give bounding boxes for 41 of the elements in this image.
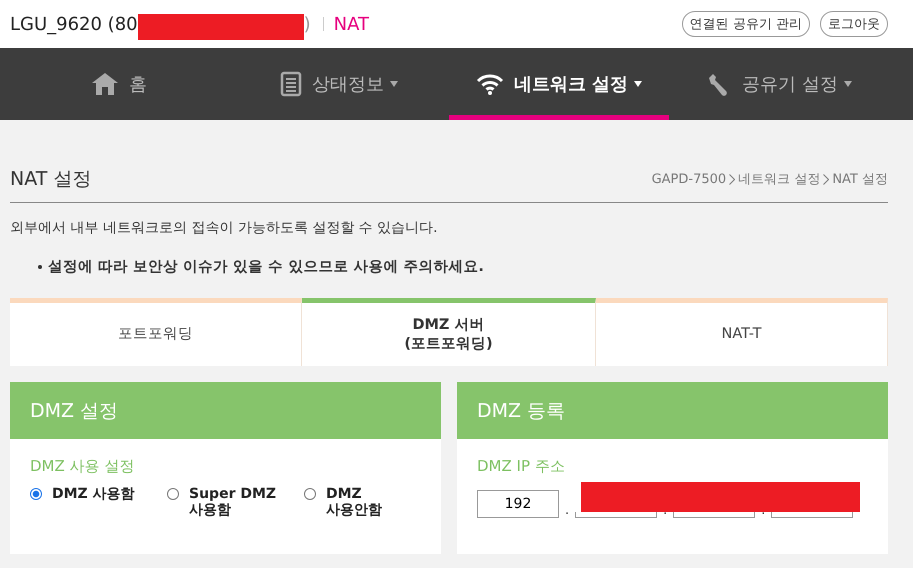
radio-label[interactable]: DMZ 사용함 <box>52 486 135 502</box>
breadcrumb-item: NAT 설정 <box>832 171 888 188</box>
document-icon <box>280 71 302 97</box>
wifi-icon <box>476 73 504 95</box>
separator-dot: . <box>663 503 668 518</box>
header-button[interactable]: 로그아웃 <box>820 11 888 37</box>
panel-title: DMZ 등록 <box>457 382 888 439</box>
field-label: DMZ IP 주소 <box>477 457 566 476</box>
tab[interactable]: NAT-T <box>596 298 888 366</box>
separator-dot: . <box>565 503 570 518</box>
nav-tab[interactable]: 공유기 설정 <box>669 48 889 120</box>
home-icon <box>91 72 119 96</box>
radio-label[interactable]: Super DMZ 사용함 <box>189 486 276 518</box>
tab[interactable]: 포트포워딩 <box>10 298 302 366</box>
tab[interactable]: DMZ 서버 (포트포워딩) <box>302 298 596 366</box>
breadcrumb-item[interactable]: GAPD-7500 <box>652 172 726 186</box>
input-field[interactable] <box>771 512 854 518</box>
chevron-icon <box>823 174 830 184</box>
radio-button[interactable] <box>304 488 316 500</box>
warning-note: 설정에 따라 보안상 이슈가 있을 수 있으므로 사용에 주의하세요. <box>48 258 484 276</box>
device-name: LGU_9620 (80 <box>10 14 138 34</box>
nav-tab[interactable]: 상태정보 <box>229 48 449 120</box>
chevron-icon <box>729 174 736 184</box>
input-field[interactable]: 192 <box>477 490 559 518</box>
header-button[interactable]: 연결된 공유기 관리 <box>682 11 810 37</box>
description-text: 외부에서 내부 네트워크로의 접속이 가능하도록 설정할 수 있습니다. <box>10 219 439 237</box>
input-field[interactable] <box>673 512 756 518</box>
breadcrumb-item[interactable]: 네트워크 설정 <box>738 170 820 188</box>
page-tag: NAT <box>334 14 370 34</box>
separator-dot: . <box>761 503 766 518</box>
radio-button[interactable] <box>30 488 42 500</box>
page-title: NAT 설정 <box>10 167 92 192</box>
radio-button[interactable] <box>167 488 179 500</box>
bullet-icon <box>38 264 42 268</box>
field-label: DMZ 사용 설정 <box>30 457 136 476</box>
radio-label[interactable]: DMZ 사용안함 <box>326 486 382 518</box>
input-field[interactable] <box>575 512 658 518</box>
panel-title: DMZ 설정 <box>10 382 441 439</box>
nav-tab[interactable]: 홈 <box>9 48 229 120</box>
nav-tab[interactable]: 네트워크 설정 <box>449 48 669 120</box>
device-name-end: ) <box>304 14 311 34</box>
